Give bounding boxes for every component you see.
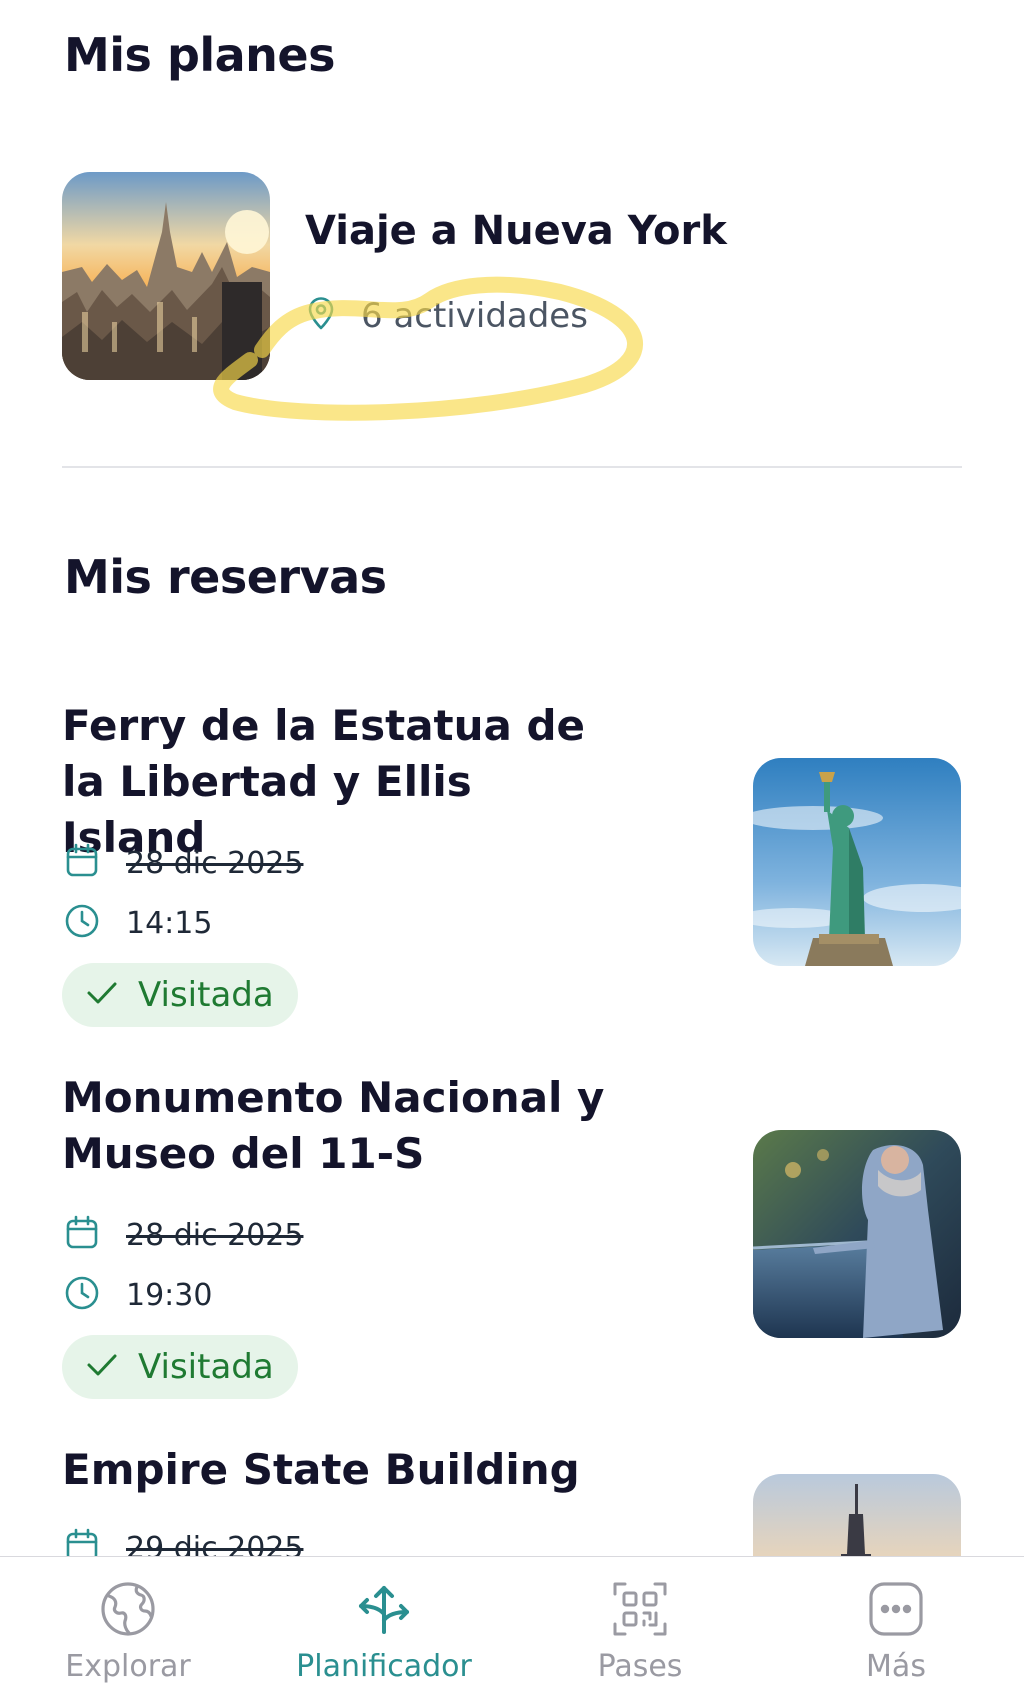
- checkmark-icon: [86, 1351, 118, 1383]
- booking-image-empire-state: [753, 1474, 961, 1556]
- checkmark-icon: [86, 979, 118, 1011]
- booking-date: 28 dic 2025: [126, 845, 304, 881]
- nav-item-explorar[interactable]: Explorar: [0, 1557, 256, 1697]
- booking-title: Empire State Building: [62, 1445, 580, 1494]
- more-dots-icon: [867, 1577, 925, 1641]
- nav-label: Pases: [597, 1649, 683, 1684]
- booking-date-row: 28 dic 2025: [64, 843, 303, 883]
- nav-item-mas[interactable]: Más: [768, 1557, 1024, 1697]
- booking-image-statue-of-liberty: [753, 758, 961, 966]
- location-pin-icon: [305, 297, 337, 335]
- status-label: Visitada: [138, 1347, 274, 1387]
- plan-card-new-york[interactable]: Viaje a Nueva York 6 actividades: [62, 172, 742, 392]
- calendar-icon: [64, 843, 100, 883]
- calendar-icon: [64, 1215, 100, 1255]
- status-badge-visited: Visitada: [62, 1335, 298, 1399]
- nav-item-pases[interactable]: Pases: [512, 1557, 768, 1697]
- booking-time: 14:15: [126, 905, 213, 941]
- plan-thumbnail-nyc-skyline: [62, 172, 270, 380]
- activities-count: 6 actividades: [361, 296, 588, 336]
- booking-item-statue-of-liberty[interactable]: Ferry de la Estatua de la Libertad y Ell…: [0, 698, 1024, 1028]
- booking-time: 19:30: [126, 1277, 213, 1313]
- section-divider: [62, 466, 962, 468]
- booking-item-9-11-memorial[interactable]: Monumento Nacional y Museo del 11-S 28 d…: [0, 1070, 1024, 1400]
- route-arrows-icon: [355, 1577, 413, 1641]
- booking-date-row: 28 dic 2025: [64, 1215, 303, 1255]
- booking-date-row: 29 dic 2025: [64, 1528, 303, 1556]
- booking-time-row: 14:15: [64, 903, 212, 943]
- bottom-nav: Explorar Planificador Pases Más: [0, 1556, 1024, 1697]
- booking-date: 29 dic 2025: [126, 1530, 304, 1557]
- booking-time-row: 19:30: [64, 1275, 212, 1315]
- booking-title: Monumento Nacional y Museo del 11-S: [62, 1073, 605, 1178]
- clock-icon: [64, 1275, 100, 1315]
- booking-title: Ferry de la Estatua de la Libertad y Ell…: [62, 701, 586, 862]
- reservations-section-title: Mis reservas: [64, 550, 387, 604]
- nav-item-planificador[interactable]: Planificador: [256, 1557, 512, 1697]
- booking-item-empire-state[interactable]: Empire State Building 29 dic 2025: [0, 1442, 1024, 1556]
- booking-date: 28 dic 2025: [126, 1217, 304, 1253]
- plan-activities: 6 actividades: [305, 296, 588, 336]
- nav-label: Explorar: [65, 1649, 191, 1684]
- qr-code-icon: [611, 1577, 669, 1641]
- status-label: Visitada: [138, 975, 274, 1015]
- plan-title: Viaje a Nueva York: [305, 208, 727, 254]
- clock-icon: [64, 903, 100, 943]
- booking-image-9-11-memorial: [753, 1130, 961, 1338]
- calendar-icon: [64, 1528, 100, 1556]
- status-badge-visited: Visitada: [62, 963, 298, 1027]
- plans-section-title: Mis planes: [64, 28, 336, 82]
- globe-icon: [99, 1577, 157, 1641]
- nav-label: Planificador: [296, 1649, 472, 1684]
- nav-label: Más: [866, 1649, 926, 1684]
